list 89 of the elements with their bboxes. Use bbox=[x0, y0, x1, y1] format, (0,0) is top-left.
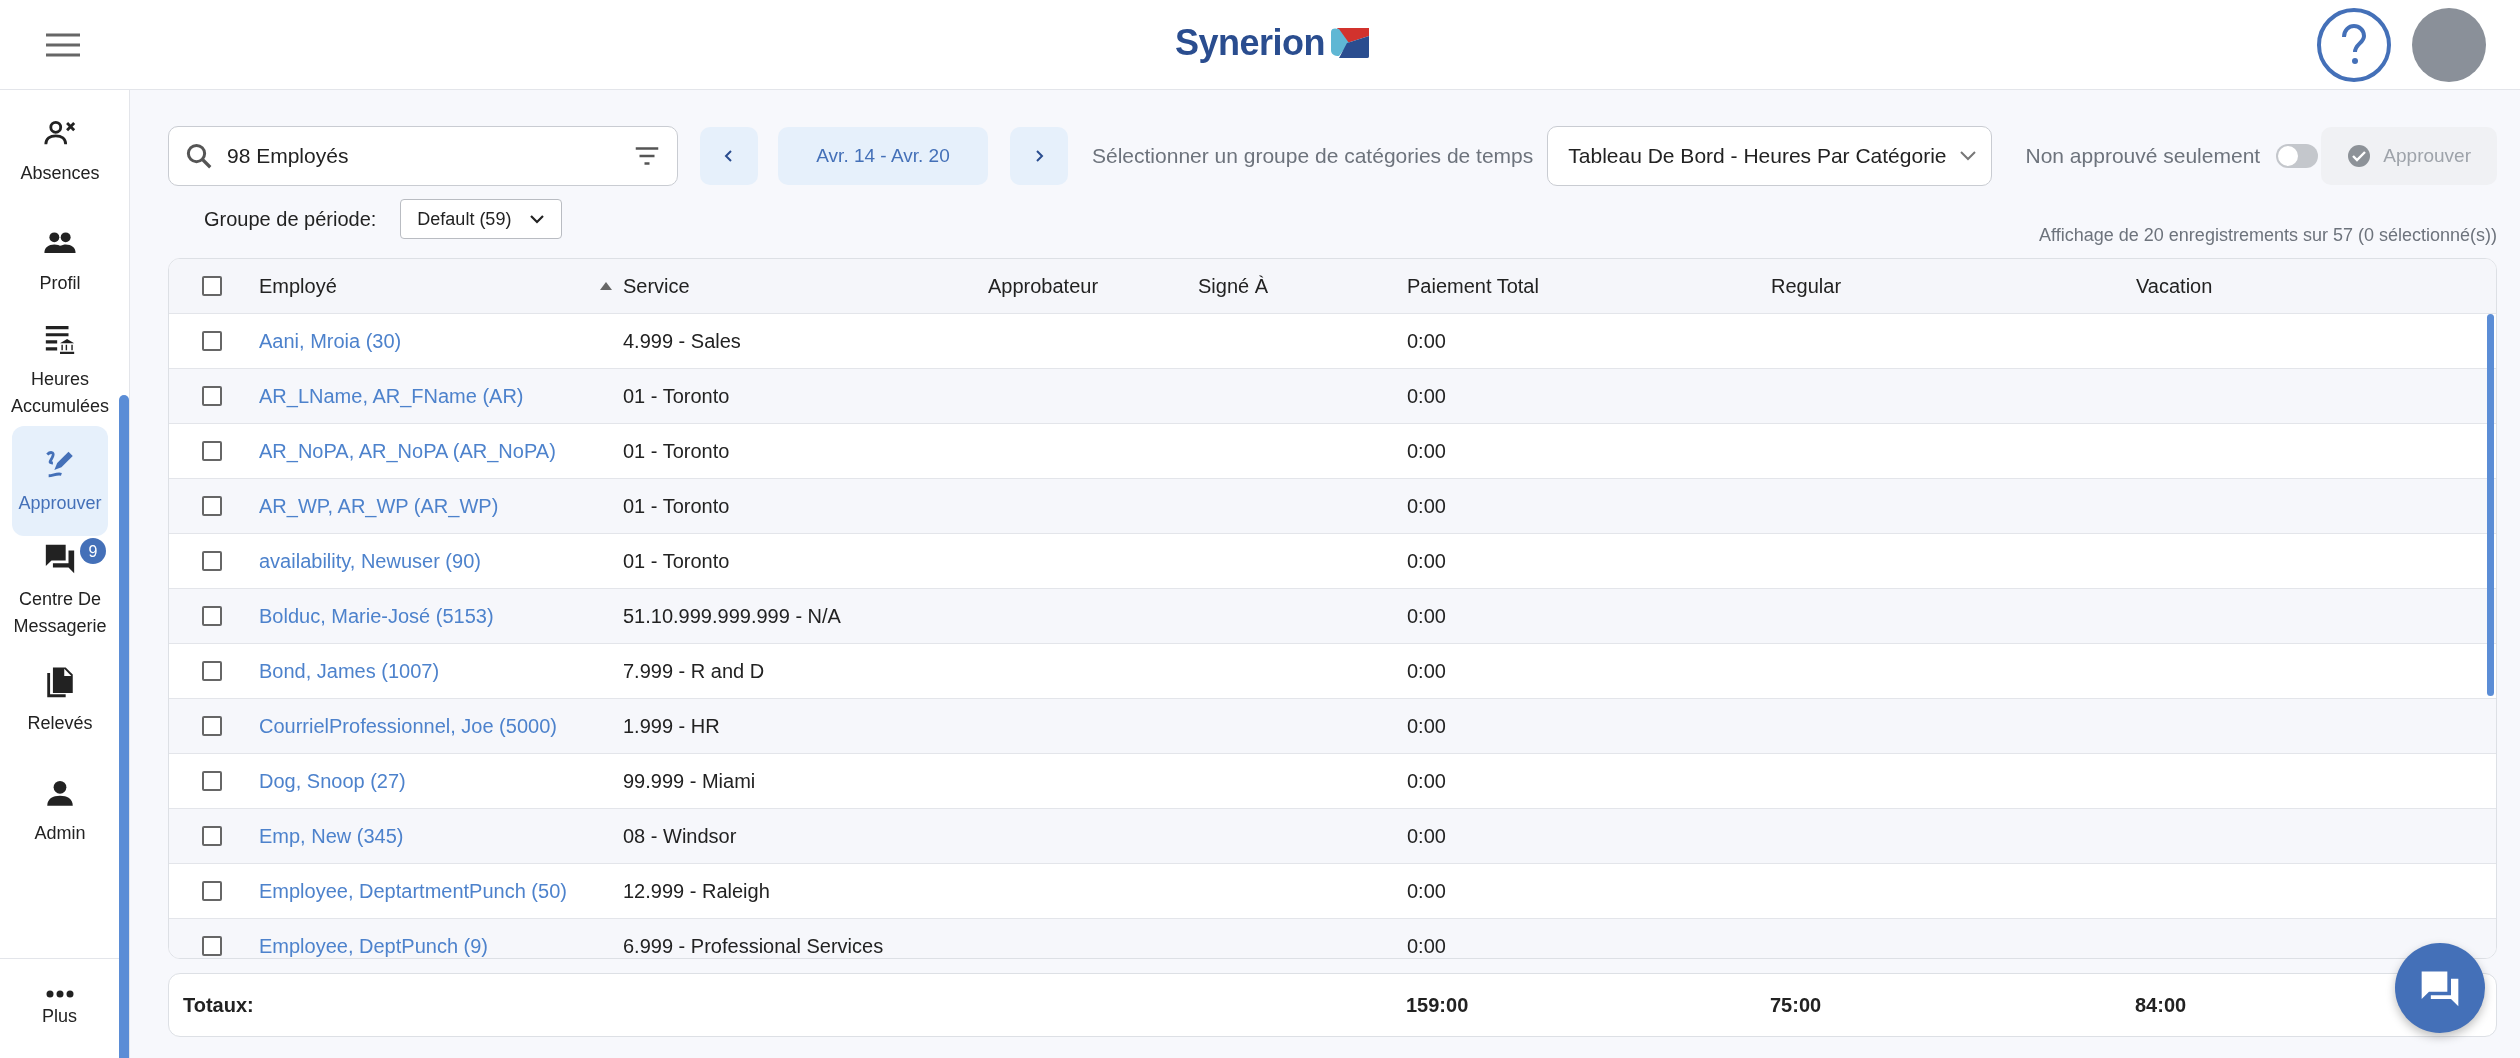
column-header[interactable]: Signé À bbox=[1198, 274, 1407, 298]
employee-link[interactable]: AR_NoPA, AR_NoPA (AR_NoPA) bbox=[259, 439, 623, 463]
row-checkbox[interactable] bbox=[202, 661, 222, 681]
total-value: 84:00 bbox=[2135, 993, 2188, 1017]
table-cell-text: 01 - Toronto bbox=[623, 439, 731, 463]
column-header[interactable]: Approbateur bbox=[988, 274, 1198, 298]
table-cell-text: 08 - Windsor bbox=[623, 824, 738, 848]
employee-link[interactable]: CourrielProfessionnel, Joe (5000) bbox=[259, 714, 623, 738]
row-checkbox[interactable] bbox=[202, 331, 222, 351]
sidebar-item[interactable]: Centre De Messagerie 9 bbox=[12, 536, 108, 646]
flag-logo-icon bbox=[1331, 28, 1372, 58]
row-checkbox[interactable] bbox=[202, 441, 222, 461]
period-group-select[interactable]: Default (59) bbox=[400, 199, 563, 239]
record-count: Affichage de 20 enregistrements sur 57 (0 sélectionné(s)) bbox=[2039, 225, 2497, 246]
row-checkbox[interactable] bbox=[202, 936, 222, 956]
table-cell-text: 99.999 - Miami bbox=[623, 769, 757, 793]
table-cell-text: 0:00 bbox=[1407, 494, 1447, 518]
category-group-label: Sélectionner un groupe de catégories de temps bbox=[1092, 144, 1534, 168]
sort-ascending-icon bbox=[599, 281, 613, 291]
table-cell-text: 0:00 bbox=[1407, 879, 1447, 903]
employee-link[interactable]: Employee, DeptartmentPunch (50) bbox=[259, 879, 623, 903]
column-header[interactable]: Service bbox=[623, 274, 988, 298]
row-checkbox[interactable] bbox=[202, 826, 222, 846]
table-cell-text: 01 - Toronto bbox=[623, 549, 731, 573]
table-cell-text: 0:00 bbox=[1407, 384, 1447, 408]
table-cell-text: 4.999 - Sales bbox=[623, 329, 742, 353]
table-cell-text: 01 - Toronto bbox=[623, 384, 731, 408]
sidebar-item[interactable]: Heures Accumulées bbox=[12, 316, 108, 426]
scrollbar[interactable] bbox=[2487, 314, 2494, 696]
table-cell-text: 0:00 bbox=[1407, 329, 1447, 353]
sidebar-item[interactable]: Relevés bbox=[12, 646, 108, 756]
chevron-down-icon bbox=[1958, 150, 1977, 162]
employee-link[interactable]: Bond, James (1007) bbox=[259, 659, 623, 683]
employee-link[interactable]: Emp, New (345) bbox=[259, 824, 623, 848]
table-cell-text: 0:00 bbox=[1407, 934, 1447, 958]
row-checkbox[interactable] bbox=[202, 386, 222, 406]
more-icon bbox=[45, 990, 74, 998]
sidebar-item[interactable]: Approuver bbox=[12, 426, 108, 536]
employee-link[interactable]: Dog, Snoop (27) bbox=[259, 769, 623, 793]
table-cell-text: 0:00 bbox=[1407, 824, 1447, 848]
menu-icon[interactable] bbox=[46, 32, 80, 57]
row-checkbox[interactable] bbox=[202, 606, 222, 626]
check-circle-icon bbox=[2347, 144, 2372, 168]
unapproved-only-toggle[interactable] bbox=[2276, 144, 2319, 168]
row-checkbox[interactable] bbox=[202, 496, 222, 516]
date-range-button[interactable]: Avr. 14 - Avr. 20 bbox=[778, 127, 988, 185]
row-checkbox[interactable] bbox=[202, 716, 222, 736]
unapproved-only-label: Non approuvé seulement bbox=[2025, 144, 2261, 168]
category-group-select[interactable]: Tableau De Bord - Heures Par Catégorie bbox=[1547, 126, 1992, 186]
table-cell-text: 7.999 - R and D bbox=[623, 659, 766, 683]
logo-text: Synerion bbox=[1175, 22, 1326, 64]
employee-link[interactable]: Bolduc, Marie-José (5153) bbox=[259, 604, 623, 628]
chevron-down-icon bbox=[529, 214, 546, 224]
table-cell-text: 0:00 bbox=[1407, 659, 1447, 683]
column-header[interactable]: Employé bbox=[259, 274, 623, 298]
table-cell-text: 6.999 - Professional Services bbox=[623, 934, 885, 958]
column-header[interactable]: Vacation bbox=[2136, 274, 2496, 298]
table-cell-text: 0:00 bbox=[1407, 714, 1447, 738]
row-checkbox[interactable] bbox=[202, 881, 222, 901]
table-cell-text: 0:00 bbox=[1407, 604, 1447, 628]
sidebar-item[interactable]: Admin bbox=[12, 756, 108, 866]
total-value: 159:00 bbox=[1406, 993, 1470, 1017]
search-field[interactable]: 98 Employés bbox=[168, 126, 678, 186]
column-header[interactable]: Paiement Total bbox=[1407, 274, 1771, 298]
totals-label: Totaux: bbox=[182, 993, 255, 1017]
help-icon[interactable] bbox=[2316, 6, 2392, 83]
table-cell-text: 0:00 bbox=[1407, 769, 1447, 793]
employee-link[interactable]: Employee, DeptPunch (9) bbox=[259, 934, 623, 958]
sidebar-item[interactable]: Absences bbox=[12, 96, 108, 206]
table-cell-text: 01 - Toronto bbox=[623, 494, 731, 518]
employee-link[interactable]: AR_WP, AR_WP (AR_WP) bbox=[259, 494, 623, 518]
column-header[interactable]: Regular bbox=[1771, 274, 2136, 298]
period-group-label: Groupe de période: bbox=[204, 207, 377, 231]
table-cell-text: 1.999 - HR bbox=[623, 714, 721, 738]
scrollbar[interactable] bbox=[119, 395, 129, 1058]
table-cell-text: 0:00 bbox=[1407, 439, 1447, 463]
table-cell-text: 0:00 bbox=[1407, 549, 1447, 573]
row-checkbox[interactable] bbox=[202, 551, 222, 571]
select-all-checkbox[interactable] bbox=[202, 276, 222, 296]
sidebar-item[interactable]: Profil bbox=[12, 206, 108, 316]
unread-badge: 9 bbox=[80, 538, 106, 564]
employee-link[interactable]: AR_LName, AR_FName (AR) bbox=[259, 384, 623, 408]
total-value: 75:00 bbox=[1770, 993, 1823, 1017]
employee-link[interactable]: Aani, Mroia (30) bbox=[259, 329, 623, 353]
table-cell-text: 51.10.999.999.999 - N/A bbox=[623, 604, 842, 628]
search-icon bbox=[184, 141, 214, 171]
row-checkbox[interactable] bbox=[202, 771, 222, 791]
table-cell-text: 12.999 - Raleigh bbox=[623, 879, 771, 903]
employee-link[interactable]: availability, Newuser (90) bbox=[259, 549, 623, 573]
